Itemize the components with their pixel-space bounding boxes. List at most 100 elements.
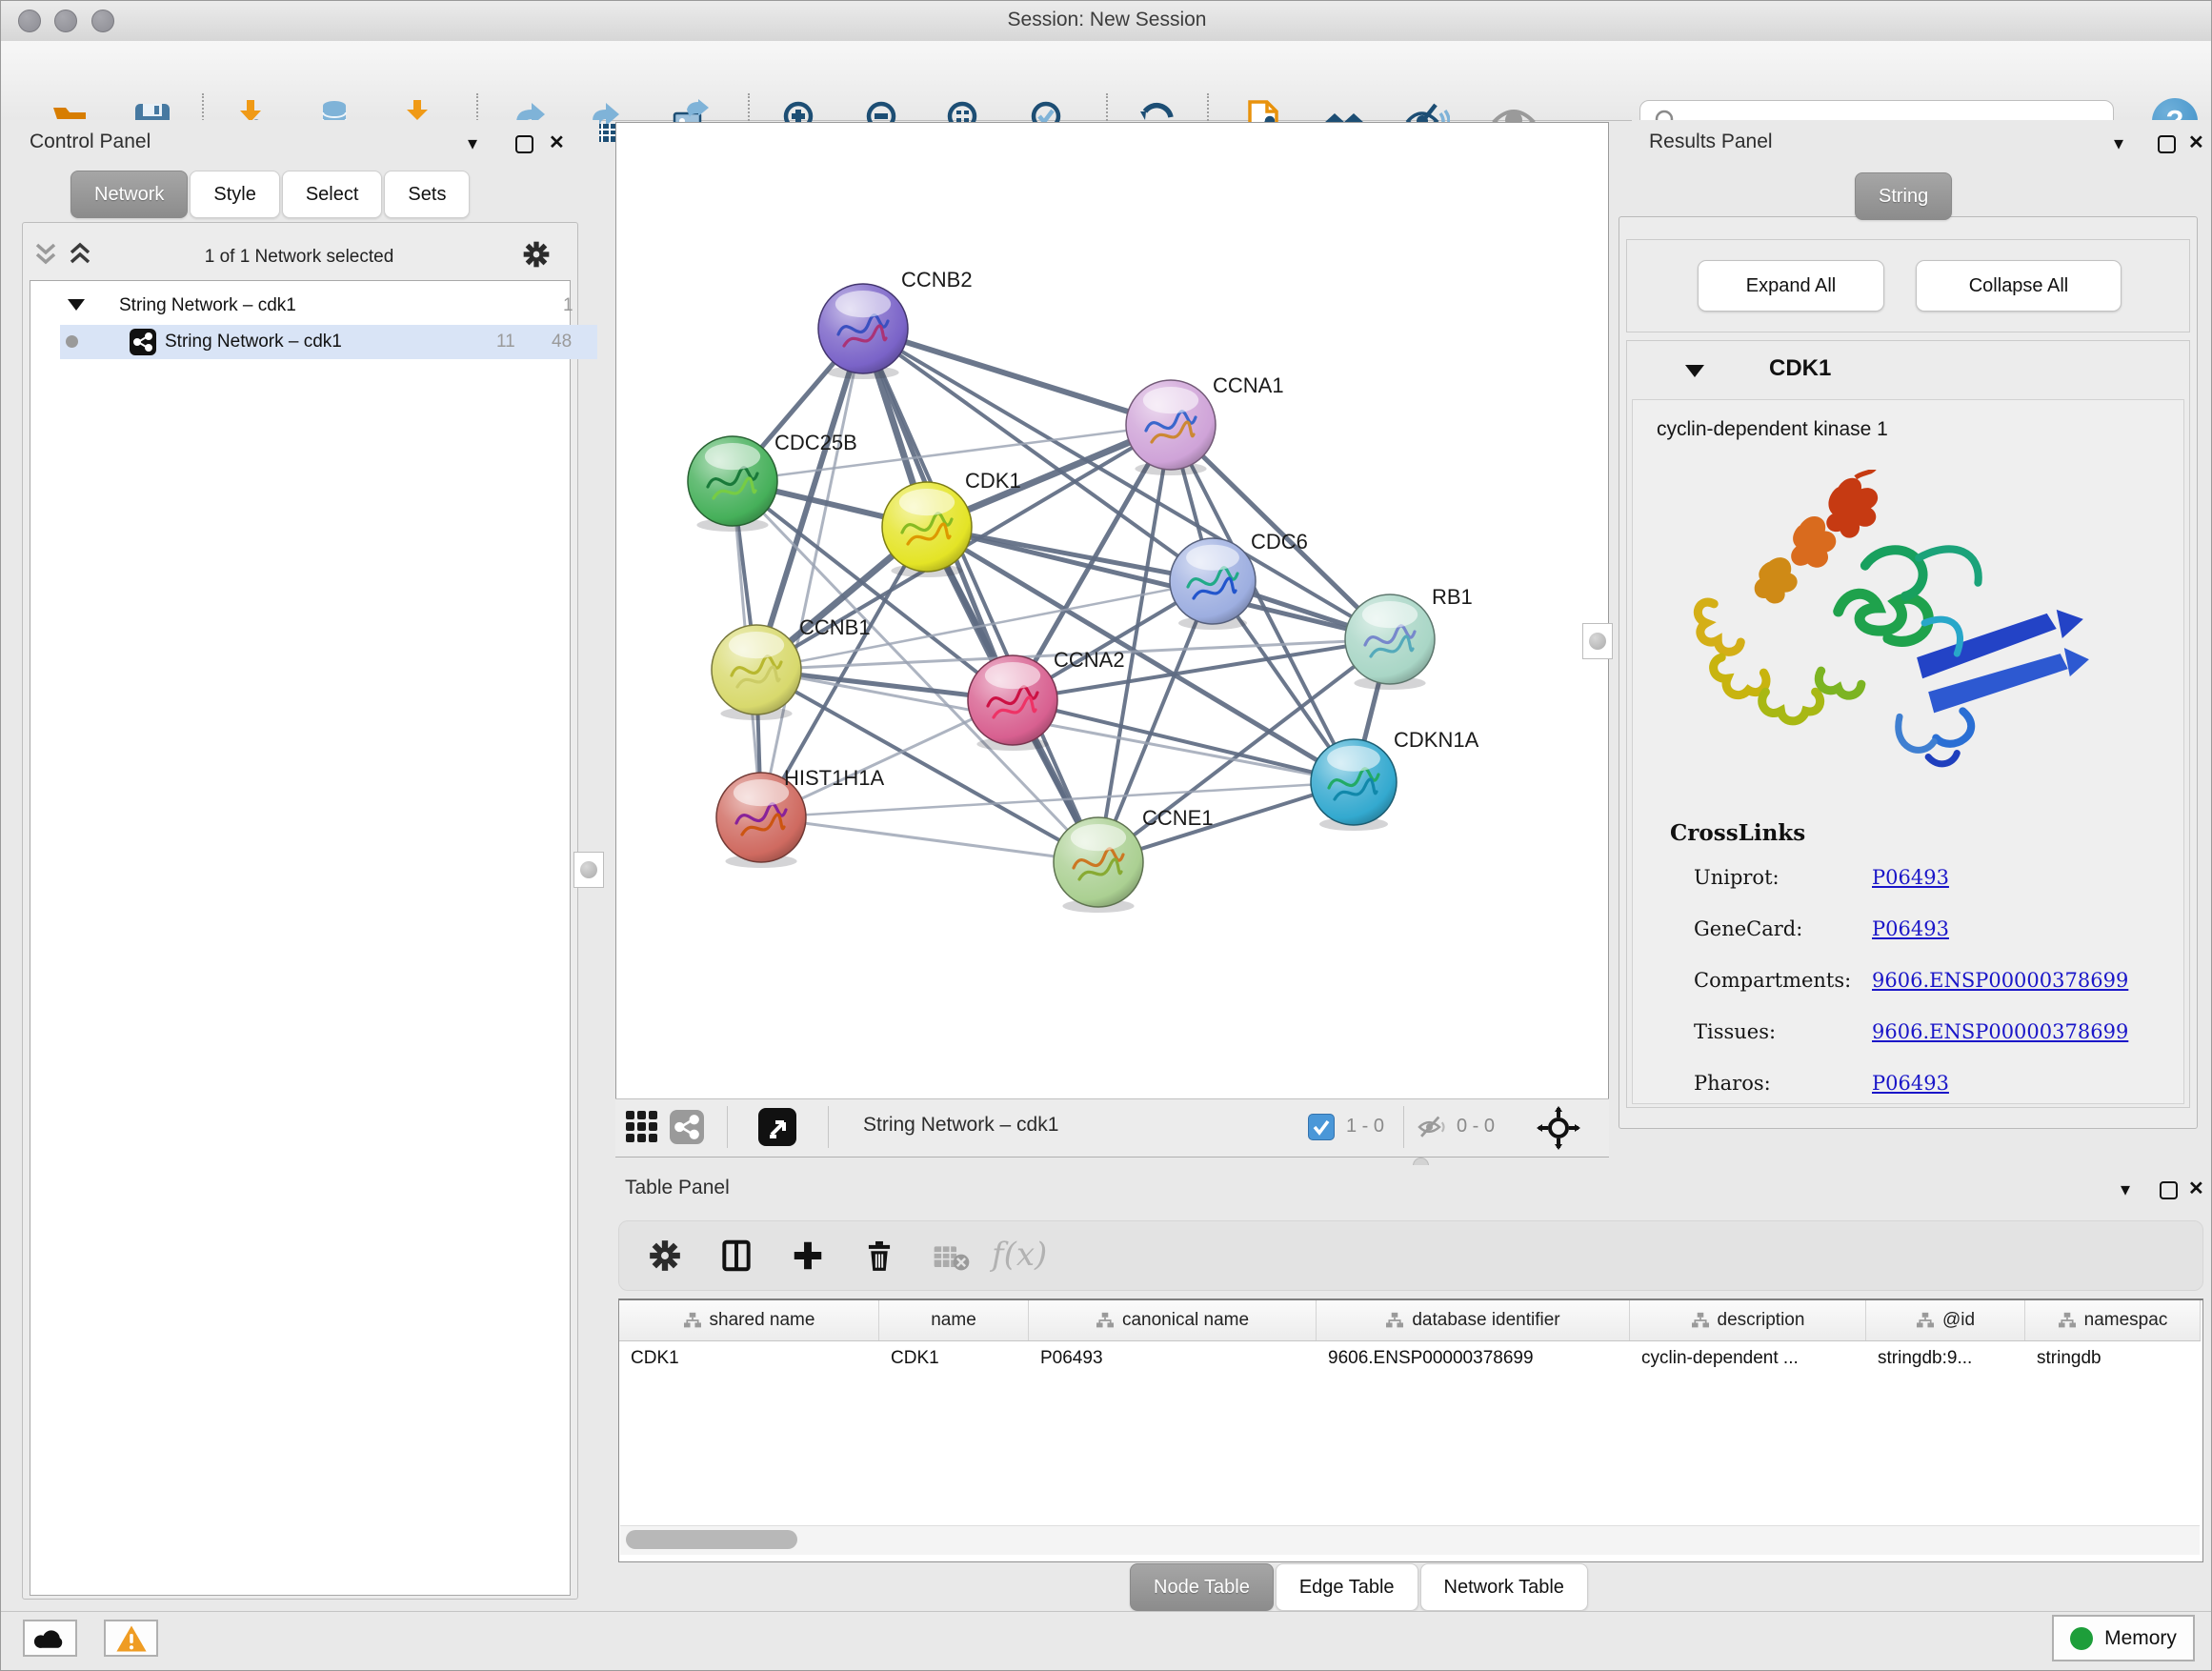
cell-canonical-name[interactable]: P06493 (1029, 1340, 1317, 1379)
cell-database-identifier[interactable]: 9606.ENSP00000378699 (1317, 1340, 1630, 1379)
crosslink-uniprot-link[interactable]: P06493 (1872, 866, 1949, 889)
column-header-label: @id (1942, 1310, 1975, 1331)
right-splitter-handle[interactable] (1582, 623, 1613, 659)
cloud-status-button[interactable] (23, 1620, 77, 1657)
warning-status-button[interactable] (104, 1620, 158, 1657)
open-in-window-icon[interactable] (758, 1108, 796, 1146)
network-row-label: String Network – cdk1 (165, 332, 342, 352)
network-graph: CCNB2CCNA1CDC25BCDK1CDC6RB1CCNB1CCNA2CDK… (615, 122, 1607, 1098)
gene-section-expander-icon[interactable] (1685, 365, 1704, 377)
float-panel-icon[interactable] (2158, 135, 2176, 153)
memory-button[interactable]: Memory (2052, 1615, 2195, 1661)
tab-network[interactable]: Network (70, 171, 188, 218)
network-node-CCNE1[interactable]: CCNE1 (1054, 806, 1214, 913)
panel-menu-icon[interactable]: ▾ (2121, 1179, 2130, 1200)
network-edge-count: 48 (552, 332, 572, 352)
column-header-shared-name[interactable]: shared name (619, 1300, 879, 1340)
cell-description[interactable]: cyclin-dependent ... (1630, 1340, 1866, 1379)
column-header-name[interactable]: name (879, 1300, 1029, 1340)
statusbar-separator (828, 1106, 829, 1148)
crosslink-tissues-link[interactable]: 9606.ENSP00000378699 (1872, 1020, 2128, 1043)
crosslink-compartments-link[interactable]: 9606.ENSP00000378699 (1872, 969, 2128, 992)
float-panel-icon[interactable] (515, 135, 533, 153)
close-panel-icon[interactable]: ✕ (549, 132, 565, 153)
network-collection-row[interactable]: String Network – cdk1 1 (60, 289, 597, 323)
scrollbar-thumb[interactable] (626, 1530, 797, 1549)
column-header-@id[interactable]: @id (1866, 1300, 2025, 1340)
left-splitter-handle[interactable] (573, 852, 604, 888)
close-panel-icon[interactable]: ✕ (2188, 132, 2204, 153)
network-selection-summary: 1 of 1 Network selected (22, 247, 576, 268)
tab-network-table[interactable]: Network Table (1420, 1563, 1588, 1611)
warning-icon (115, 1624, 148, 1653)
network-edge-HIST1H1A-CCNE1[interactable] (761, 817, 1098, 862)
selected-checkbox-icon[interactable] (1308, 1114, 1335, 1140)
tab-select[interactable]: Select (282, 171, 383, 218)
hidden-eye-slash-icon[interactable] (1417, 1114, 1449, 1140)
network-node-RB1[interactable]: RB1 (1345, 585, 1473, 690)
crosslinks-heading: CrossLinks (1670, 820, 1805, 846)
network-edge-CCNB2-CCNE1[interactable] (863, 329, 1098, 862)
crosslink-row: GeneCard:P06493 (1694, 917, 2170, 946)
delete-column-trash-icon[interactable] (861, 1238, 897, 1274)
crosslink-pharos-link[interactable]: P06493 (1872, 1072, 1949, 1095)
table-row[interactable]: CDK1CDK1P064939606.ENSP00000378699cyclin… (619, 1340, 2201, 1379)
network-node-CDK1[interactable]: CDK1 (882, 469, 1021, 577)
table-toolbar (618, 1220, 2203, 1291)
panel-menu-icon[interactable]: ▾ (2114, 133, 2123, 154)
network-birdseye-icon[interactable] (670, 1110, 704, 1144)
grid-view-icon[interactable] (625, 1110, 659, 1144)
column-header-database-identifier[interactable]: database identifier (1317, 1300, 1630, 1340)
node-label-CCNE1: CCNE1 (1142, 806, 1214, 830)
memory-label: Memory (2104, 1627, 2177, 1650)
application-window: Session: New Session (0, 0, 2212, 1671)
network-edge-CCNB2-CCNA1[interactable] (863, 329, 1171, 425)
column-header-canonical-name[interactable]: canonical name (1029, 1300, 1317, 1340)
network-collection-label: String Network – cdk1 (119, 295, 296, 316)
network-row-selected[interactable]: String Network – cdk1 11 48 (60, 325, 597, 359)
network-node-CCNB2[interactable]: CCNB2 (818, 268, 973, 379)
show-columns-icon[interactable] (718, 1238, 754, 1274)
node-label-CDC6: CDC6 (1251, 530, 1308, 554)
crosslink-label: Pharos: (1694, 1072, 1771, 1095)
cell-name[interactable]: CDK1 (879, 1340, 1029, 1379)
crosslink-row: Pharos: P06493 (1694, 1072, 2170, 1100)
column-header-label: canonical name (1122, 1310, 1249, 1331)
table-horizontal-scrollbar[interactable] (620, 1525, 2200, 1555)
network-node-HIST1H1A[interactable]: HIST1H1A (716, 766, 884, 868)
node-label-HIST1H1A: HIST1H1A (784, 766, 884, 790)
float-panel-icon[interactable] (2160, 1181, 2178, 1199)
crosslink-row: Compartments:9606.ENSP00000378699 (1694, 969, 2170, 997)
tab-string[interactable]: String (1855, 172, 1952, 220)
tab-style[interactable]: Style (190, 171, 279, 218)
gear-icon[interactable] (521, 239, 552, 270)
control-panel-tabs: NetworkStyleSelectSets (70, 171, 472, 216)
statusbar-separator (727, 1106, 728, 1148)
crosslink-genecard-link[interactable]: P06493 (1872, 917, 1949, 940)
node-label-CCNA2: CCNA2 (1054, 648, 1125, 672)
memory-status-icon (2070, 1627, 2093, 1650)
tab-sets[interactable]: Sets (384, 171, 470, 218)
column-type-icon (683, 1312, 702, 1329)
column-header-description[interactable]: description (1630, 1300, 1866, 1340)
column-type-icon (1691, 1312, 1710, 1329)
cell-shared-name[interactable]: CDK1 (619, 1340, 879, 1379)
fit-content-crosshair-icon[interactable] (1537, 1106, 1580, 1150)
tab-node-table[interactable]: Node Table (1130, 1563, 1274, 1611)
network-node-count: 11 (496, 332, 515, 352)
collapse-all-button[interactable]: Collapse All (1916, 260, 2122, 312)
close-panel-icon[interactable]: ✕ (2188, 1178, 2204, 1199)
panel-menu-icon[interactable]: ▾ (468, 133, 477, 154)
column-header-namespac[interactable]: namespac (2025, 1300, 2201, 1340)
cell-namespac[interactable]: stringdb (2025, 1340, 2201, 1379)
collection-expander-icon[interactable] (68, 299, 85, 311)
expand-all-button[interactable]: Expand All (1698, 260, 1884, 312)
cell-@id[interactable]: stringdb:9... (1866, 1340, 2025, 1379)
table-settings-gear-icon[interactable] (647, 1238, 683, 1274)
control-panel-title: Control Panel (30, 131, 151, 153)
network-node-CDKN1A[interactable]: CDKN1A (1311, 728, 1479, 831)
add-column-icon[interactable] (790, 1238, 826, 1274)
table-header-row: shared namename canonical name database id… (619, 1300, 2201, 1341)
tab-edge-table[interactable]: Edge Table (1276, 1563, 1418, 1611)
protein-structure-image (1678, 470, 2108, 805)
